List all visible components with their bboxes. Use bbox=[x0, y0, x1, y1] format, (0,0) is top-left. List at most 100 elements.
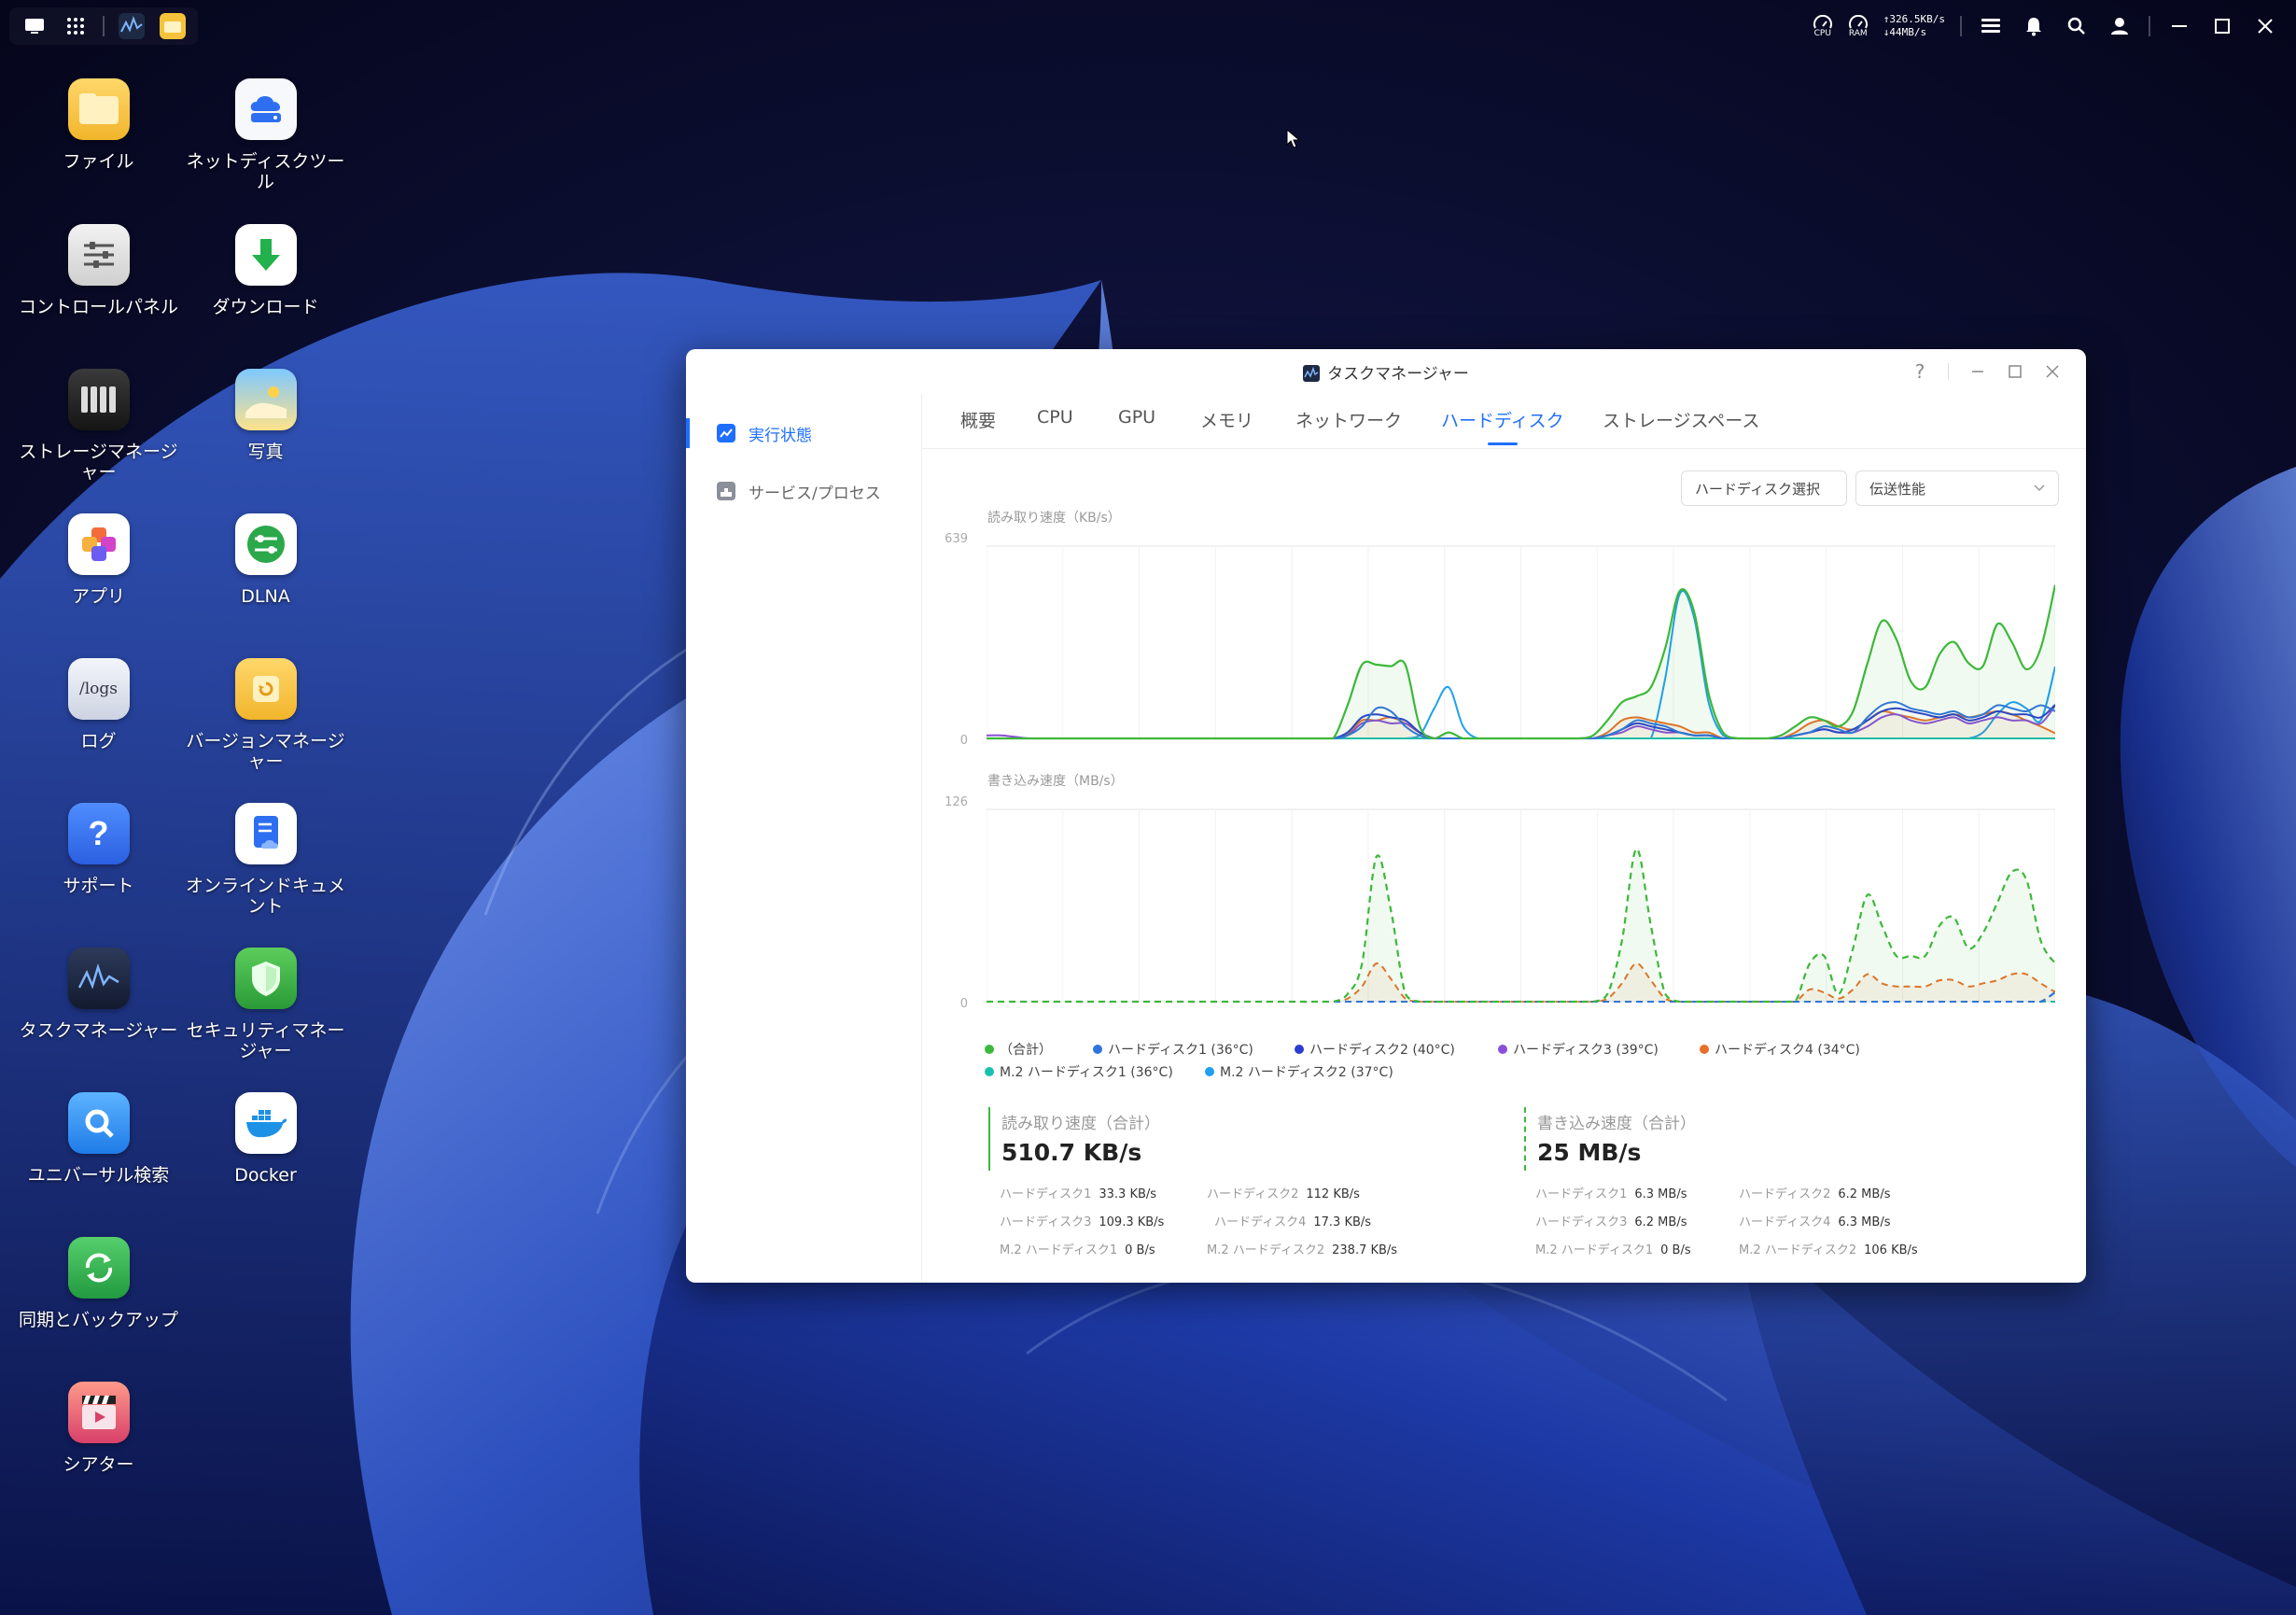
write-stat: M.2 ハードディスク1 0 B/s bbox=[1535, 1240, 1691, 1257]
window-titlebar[interactable]: タスクマネージャー ? bbox=[686, 349, 2086, 394]
desktop-icon-sync-backup[interactable]: 同期とバックアップ bbox=[17, 1237, 180, 1330]
desktop-icon-storage-manager[interactable]: ストレージマネージャー bbox=[17, 369, 180, 483]
download-speed: ↓44MB/s bbox=[1883, 26, 1927, 38]
desktop-icon-label: アプリ bbox=[71, 586, 125, 607]
legend-item[interactable]: ハードディスク4 (34°C) bbox=[1700, 1040, 1860, 1059]
write-summary-marker bbox=[1524, 1107, 1526, 1171]
tab-overview[interactable]: 概要 bbox=[960, 407, 996, 444]
logs-icon: /logs bbox=[67, 658, 130, 720]
cpu-gauge[interactable]: CPU bbox=[1813, 14, 1833, 38]
cloud-disk-icon bbox=[234, 78, 297, 140]
close-icon[interactable] bbox=[2251, 12, 2279, 40]
minimize-icon[interactable] bbox=[2165, 12, 2193, 40]
folder-icon bbox=[67, 78, 130, 140]
read-stat-key: M.2 ハードディスク2 bbox=[1207, 1243, 1325, 1257]
desktop-icon-download[interactable]: ダウンロード bbox=[184, 224, 347, 317]
tab-memory[interactable]: メモリ bbox=[1200, 407, 1253, 444]
download-arrow-icon bbox=[234, 224, 297, 286]
search-icon[interactable] bbox=[2063, 12, 2091, 40]
list-menu-icon[interactable] bbox=[1977, 12, 2005, 40]
desktop-icon-online-docs[interactable]: オンラインドキュメント bbox=[184, 803, 347, 917]
user-icon[interactable] bbox=[2106, 12, 2134, 40]
desktop-icon-label: シアター bbox=[63, 1454, 134, 1475]
activity-graph-icon bbox=[67, 948, 130, 1009]
desktop-icon-support[interactable]: ? サポート bbox=[17, 803, 180, 896]
docker-whale-icon bbox=[234, 1092, 297, 1154]
version-history-icon bbox=[234, 658, 297, 720]
desktop-icon-universal-search[interactable]: ユニバーサル検索 bbox=[17, 1092, 180, 1186]
disk-select-button[interactable]: ハードディスク選択 bbox=[1681, 470, 1847, 506]
tab-gpu[interactable]: GPU bbox=[1118, 407, 1155, 444]
desktop-icon-label: DLNA bbox=[241, 586, 290, 607]
sidebar-item-services-processes[interactable]: サービス/プロセス bbox=[686, 470, 921, 512]
window-minimize-button[interactable] bbox=[1965, 358, 1991, 385]
tab-network[interactable]: ネットワーク bbox=[1295, 407, 1402, 444]
legend-item[interactable]: M.2 ハードディスク1 (36°C) bbox=[985, 1062, 1173, 1081]
legend-item[interactable]: M.2 ハードディスク2 (37°C) bbox=[1205, 1062, 1393, 1081]
desktop-icon-theater[interactable]: シアター bbox=[17, 1382, 180, 1475]
legend-item[interactable]: ハードディスク3 (39°C) bbox=[1498, 1040, 1659, 1059]
read-stat-key: ハードディスク3 bbox=[1000, 1215, 1092, 1229]
write-stat-value: 106 KB/s bbox=[1864, 1243, 1918, 1257]
tab-storage-space[interactable]: ストレージスペース bbox=[1603, 407, 1759, 444]
read-stat-value: 109.3 KB/s bbox=[1099, 1215, 1165, 1229]
legend-dot bbox=[985, 1067, 994, 1076]
desktop-icon-dlna[interactable]: DLNA bbox=[184, 513, 347, 607]
desktop-icon-label: ログ bbox=[80, 731, 117, 751]
network-speed[interactable]: ↑326.5KB/s ↓44MB/s bbox=[1883, 13, 1945, 39]
photo-landscape-icon bbox=[234, 369, 297, 430]
task-manager-taskbar-icon[interactable] bbox=[118, 12, 146, 40]
tab-bar: 概要 CPU GPU メモリ ネットワーク ハードディスク ストレージスペース bbox=[921, 394, 2086, 449]
desktop-icon-label: 同期とバックアップ bbox=[18, 1310, 178, 1330]
desktop-icon-photos[interactable]: 写真 bbox=[184, 369, 347, 462]
legend-label: ハードディスク2 (40°C) bbox=[1309, 1043, 1455, 1058]
read-chart-ylabel: 読み取り速度（KB/s） bbox=[987, 511, 1121, 526]
desktop-icon-apps[interactable]: アプリ bbox=[17, 513, 180, 607]
titlebar-divider bbox=[1948, 363, 1949, 380]
write-stat-value: 6.3 MB/s bbox=[1634, 1187, 1687, 1201]
legend-dot bbox=[1093, 1045, 1102, 1054]
window-maximize-button[interactable] bbox=[2002, 358, 2028, 385]
desktop-icon-docker[interactable]: Docker bbox=[184, 1092, 347, 1186]
metric-select-dropdown[interactable]: 伝送性能 bbox=[1855, 470, 2059, 506]
desktop-icon-label: セキュリティマネージャー bbox=[186, 1020, 345, 1061]
desktop-icon-version-manager[interactable]: バージョンマネージャー bbox=[184, 658, 347, 772]
read-stat-value: 17.3 KB/s bbox=[1313, 1215, 1372, 1229]
desktop-icon-task-manager[interactable]: タスクマネージャー bbox=[17, 948, 180, 1041]
desktop-icon-logs[interactable]: /logs ログ bbox=[17, 658, 180, 751]
read-summary-marker bbox=[988, 1107, 990, 1171]
desktop-icon-files[interactable]: ファイル bbox=[17, 78, 180, 172]
maximize-icon[interactable] bbox=[2208, 12, 2236, 40]
tab-hard-disk[interactable]: ハードディスク bbox=[1441, 407, 1564, 445]
document-cloud-icon bbox=[234, 803, 297, 864]
desktop-icon-label: ストレージマネージャー bbox=[19, 442, 178, 483]
read-stat-value: 238.7 KB/s bbox=[1332, 1243, 1398, 1257]
write-stat-value: 6.2 MB/s bbox=[1634, 1215, 1687, 1229]
write-stat: ハードディスク2 6.2 MB/s bbox=[1739, 1184, 1890, 1201]
app-grid-icon[interactable] bbox=[62, 12, 90, 40]
legend-item[interactable]: （合計） bbox=[985, 1040, 1052, 1059]
write-stat-value: 0 B/s bbox=[1660, 1243, 1691, 1257]
ram-gauge[interactable]: RAM bbox=[1848, 14, 1869, 38]
window-close-button[interactable] bbox=[2039, 358, 2065, 385]
desktop-icon-control-panel[interactable]: コントロールパネル bbox=[17, 224, 180, 317]
sidebar-item-running-status[interactable]: 実行状態 bbox=[686, 413, 921, 454]
sidebar-item-label: サービス/プロセス bbox=[749, 484, 881, 503]
bell-icon[interactable] bbox=[2020, 12, 2048, 40]
metric-select-value: 伝送性能 bbox=[1869, 480, 1926, 498]
tab-cpu[interactable]: CPU bbox=[1037, 407, 1073, 444]
read-stat: M.2 ハードディスク2 238.7 KB/s bbox=[1207, 1240, 1397, 1257]
help-button[interactable]: ? bbox=[1907, 358, 1933, 385]
desktop-icon-security-manager[interactable]: セキュリティマネージャー bbox=[184, 948, 347, 1061]
desktop-icon-net-disk-tool[interactable]: ネットディスクツール bbox=[184, 78, 347, 192]
desktop-icon-label: バージョンマネージャー bbox=[186, 731, 345, 772]
legend-item[interactable]: ハードディスク1 (36°C) bbox=[1093, 1040, 1253, 1059]
sync-arrows-icon bbox=[67, 1237, 130, 1299]
files-taskbar-icon[interactable] bbox=[159, 12, 187, 40]
legend-item[interactable]: ハードディスク2 (40°C) bbox=[1295, 1040, 1455, 1059]
desktop-icon-label: 写真 bbox=[247, 442, 284, 462]
read-stat-value: 33.3 KB/s bbox=[1099, 1187, 1157, 1201]
legend-label: ハードディスク1 (36°C) bbox=[1108, 1043, 1253, 1058]
show-desktop-icon[interactable] bbox=[21, 12, 49, 40]
sidebar: 実行状態 サービス/プロセス bbox=[686, 394, 922, 1283]
